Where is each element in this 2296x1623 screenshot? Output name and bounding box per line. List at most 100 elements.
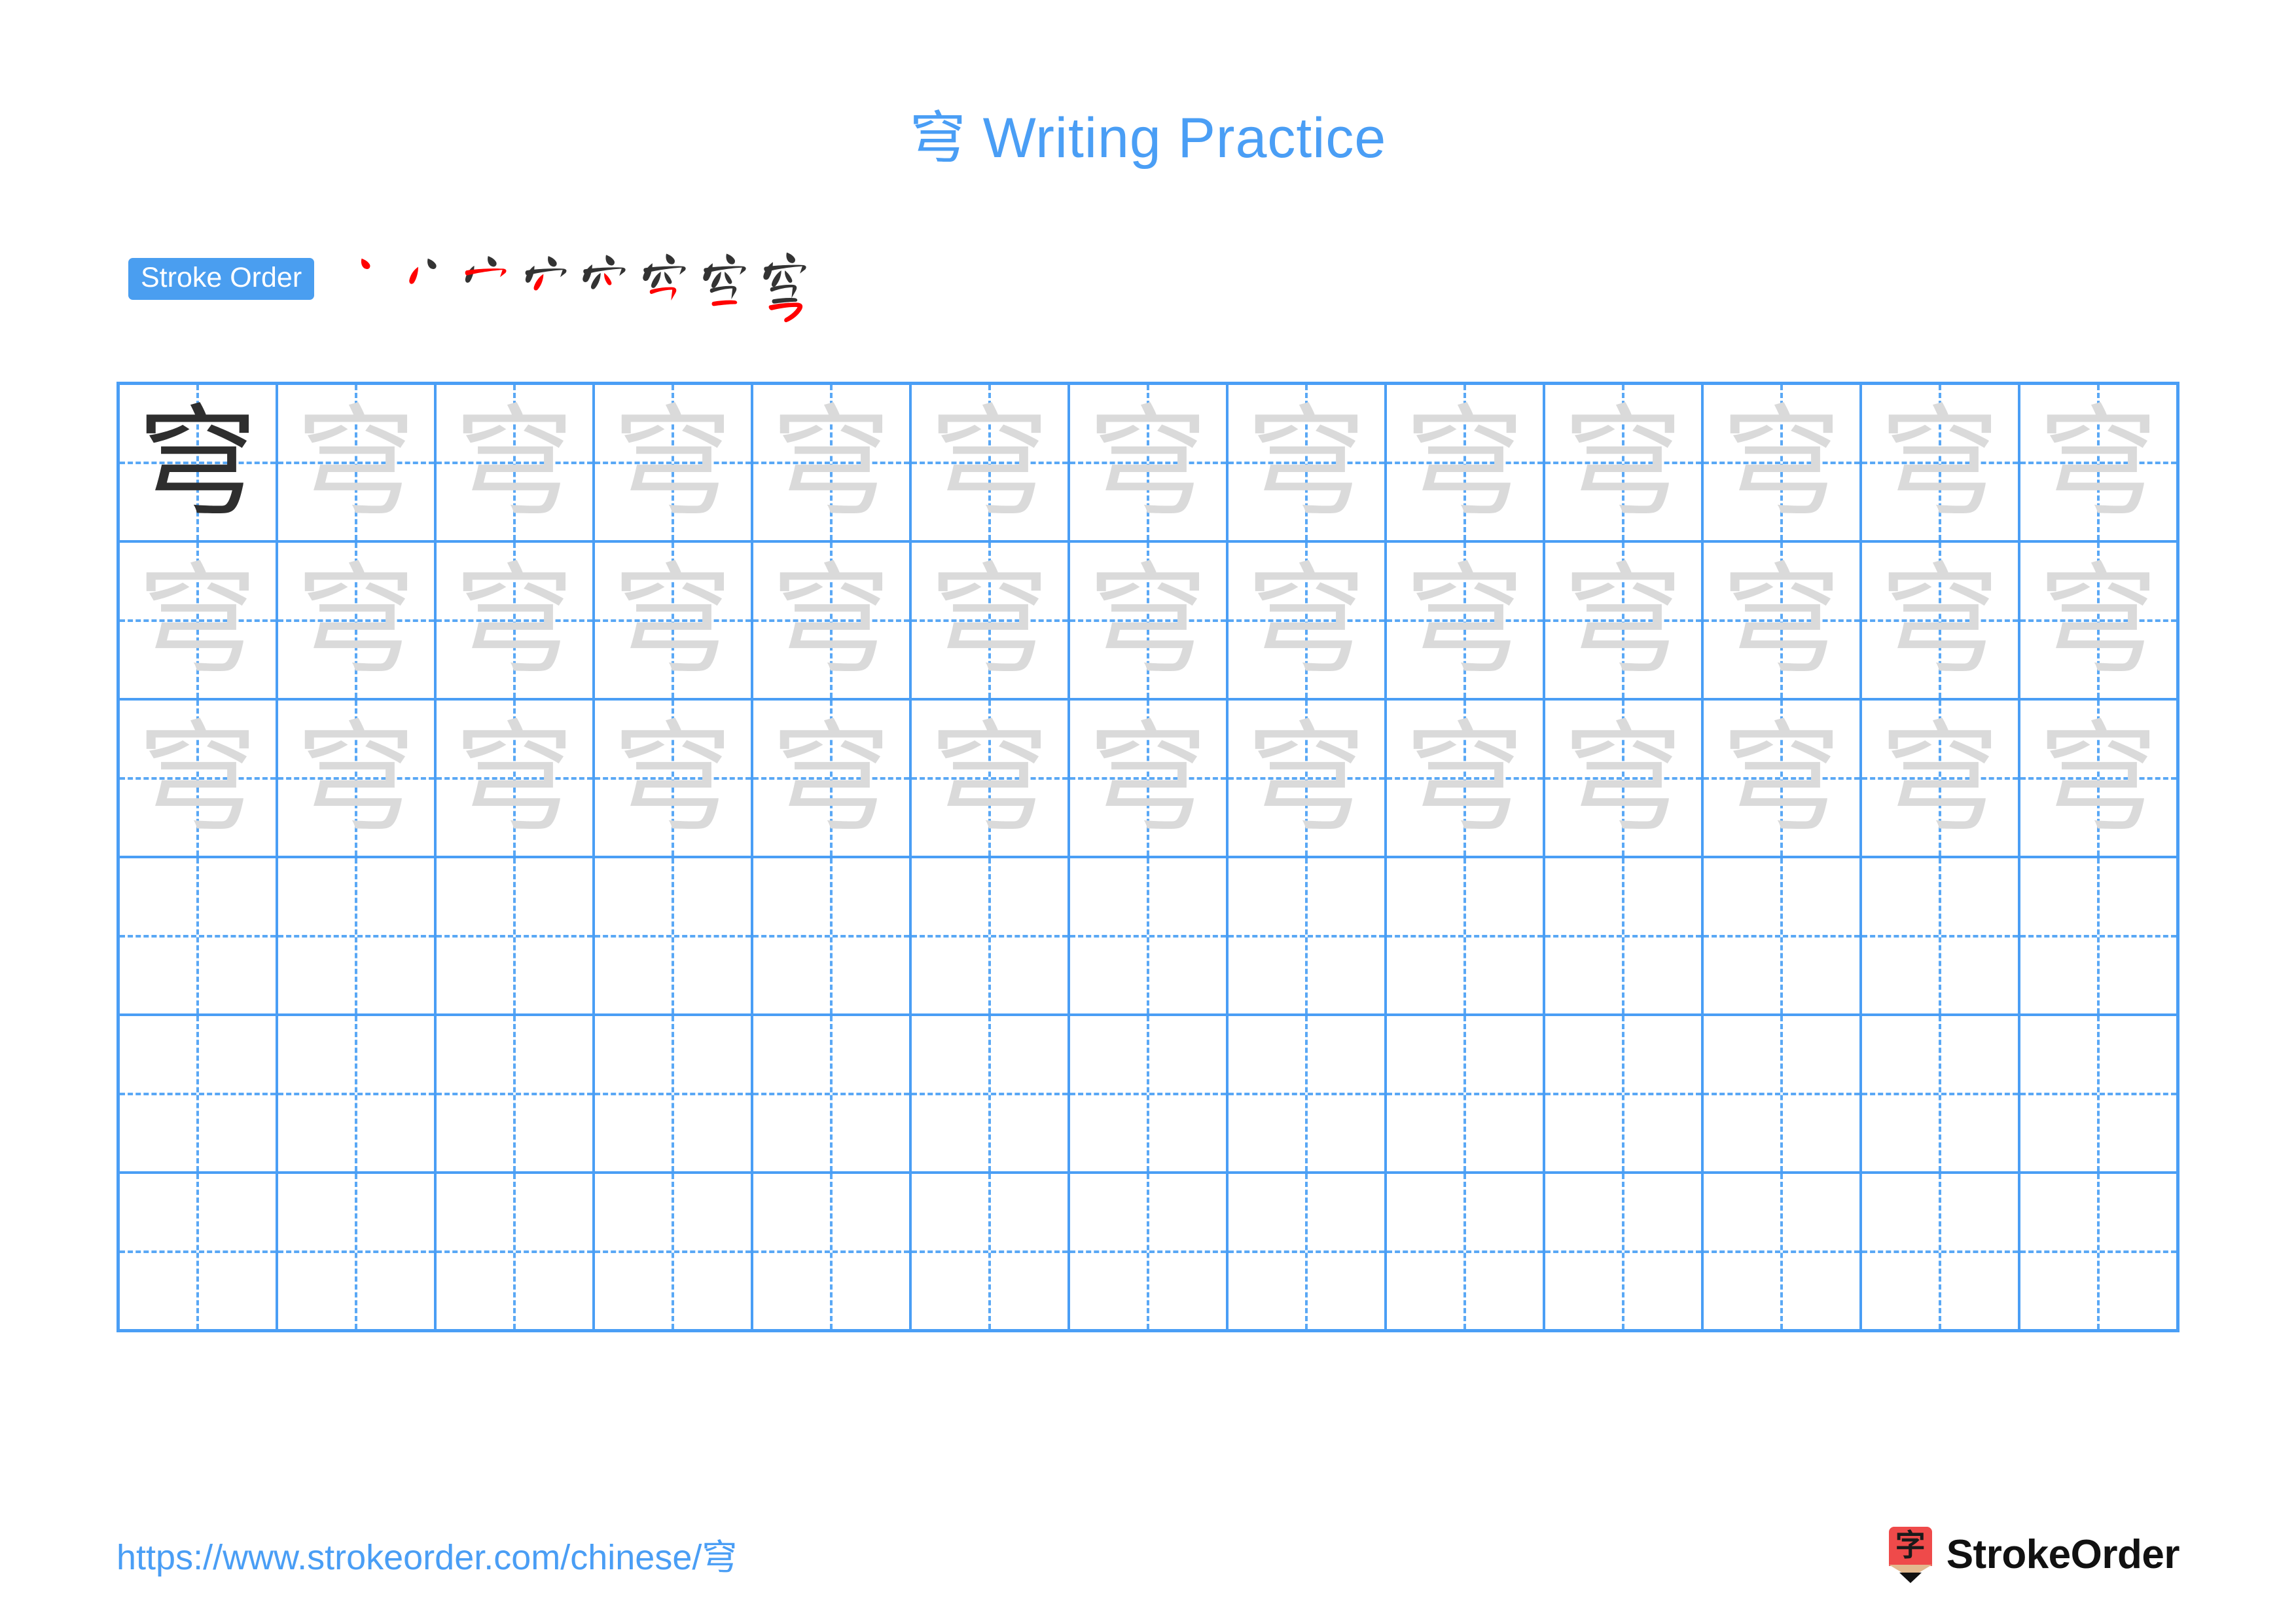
grid-cell[interactable]: 穹 [2020, 701, 2176, 856]
stroke-step-1 [335, 253, 395, 325]
stroke-step-8 [757, 252, 817, 325]
grid-cell[interactable]: 穹 [912, 385, 1070, 540]
grid-cell[interactable]: 穹 [1229, 543, 1387, 698]
grid-cell[interactable]: 穹 [1070, 701, 1229, 856]
grid-cell[interactable] [437, 1174, 595, 1329]
grid-cell[interactable] [1704, 1016, 1862, 1171]
grid-cell[interactable] [437, 858, 595, 1013]
trace-character: 穹 [2037, 708, 2159, 848]
grid-cell[interactable]: 穹 [753, 701, 912, 856]
grid-cell[interactable]: 穹 [1704, 385, 1862, 540]
grid-cell[interactable]: 穹 [1862, 701, 2020, 856]
grid-cell[interactable] [278, 1174, 437, 1329]
grid-cell[interactable] [2020, 1016, 2176, 1171]
grid-cell[interactable]: 穹 [1704, 701, 1862, 856]
grid-cell[interactable]: 穹 [2020, 543, 2176, 698]
grid-cell[interactable]: 穹 [1070, 385, 1229, 540]
grid-cell[interactable] [1862, 1174, 2020, 1329]
trace-character: 穹 [612, 550, 733, 691]
grid-cell[interactable] [1229, 1174, 1387, 1329]
grid-cell[interactable]: 穹 [437, 701, 595, 856]
trace-character: 穹 [1246, 708, 1367, 848]
trace-character: 穹 [295, 392, 416, 533]
trace-character: 穹 [1246, 550, 1367, 691]
grid-cell[interactable]: 穹 [753, 543, 912, 698]
grid-cell[interactable]: 穹 [1545, 701, 1704, 856]
stroke-order-badge: Stroke Order [128, 258, 315, 300]
trace-character: 穹 [2037, 550, 2159, 691]
grid-cell[interactable]: 穹 [437, 385, 595, 540]
grid-cell[interactable]: 穹 [595, 701, 753, 856]
grid-cell[interactable] [1545, 1174, 1704, 1329]
trace-character: 穹 [2037, 392, 2159, 533]
grid-cell[interactable] [1070, 1174, 1229, 1329]
grid-cell[interactable] [753, 858, 912, 1013]
grid-cell[interactable]: 穹 [120, 543, 278, 698]
grid-cell[interactable]: 穹 [1862, 543, 2020, 698]
footer-url[interactable]: https://www.strokeorder.com/chinese/穹 [117, 1540, 737, 1575]
grid-cell[interactable]: 穹 [912, 701, 1070, 856]
grid-cell[interactable]: 穹 [1387, 385, 1545, 540]
grid-cell[interactable] [595, 1174, 753, 1329]
grid-cell[interactable] [1387, 1016, 1545, 1171]
grid-cell[interactable] [1704, 858, 1862, 1013]
grid-cell[interactable] [1229, 858, 1387, 1013]
grid-cell[interactable] [595, 858, 753, 1013]
grid-cell[interactable] [120, 1016, 278, 1171]
grid-cell[interactable] [753, 1174, 912, 1329]
trace-character: 穹 [1404, 550, 1525, 691]
grid-cell[interactable]: 穹 [1545, 543, 1704, 698]
trace-character: 穹 [929, 708, 1050, 848]
grid-cell[interactable]: 穹 [753, 385, 912, 540]
grid-cell[interactable] [1387, 1174, 1545, 1329]
grid-cell[interactable] [595, 1016, 753, 1171]
grid-cell[interactable] [120, 858, 278, 1013]
logo-character-icon: 字 [1895, 1527, 1926, 1563]
grid-cell[interactable]: 穹 [595, 385, 753, 540]
grid-cell[interactable] [120, 1174, 278, 1329]
grid-cell[interactable] [1545, 1016, 1704, 1171]
grid-cell[interactable]: 穹 [278, 543, 437, 698]
grid-cell[interactable]: 穹 [278, 385, 437, 540]
trace-character: 穹 [612, 708, 733, 848]
grid-cell[interactable] [1862, 1016, 2020, 1171]
grid-cell[interactable] [1387, 858, 1545, 1013]
grid-cell[interactable]: 穹 [1862, 385, 2020, 540]
grid-cell[interactable]: 穹 [1229, 385, 1387, 540]
grid-cell[interactable]: 穹 [1545, 385, 1704, 540]
trace-character: 穹 [454, 708, 575, 848]
grid-cell[interactable]: 穹 [1387, 543, 1545, 698]
trace-character: 穹 [1087, 550, 1208, 691]
grid-cell[interactable] [437, 1016, 595, 1171]
grid-cell[interactable]: 穹 [278, 701, 437, 856]
grid-cell[interactable] [2020, 1174, 2176, 1329]
grid-cell[interactable] [1070, 1016, 1229, 1171]
grid-cell[interactable]: 穹 [2020, 385, 2176, 540]
grid-cell[interactable]: 穹 [120, 385, 278, 540]
grid-cell[interactable] [1704, 1174, 1862, 1329]
grid-row [120, 1174, 2176, 1329]
trace-character: 穹 [1562, 550, 1683, 691]
grid-cell[interactable] [1862, 858, 2020, 1013]
grid-cell[interactable] [912, 1174, 1070, 1329]
grid-cell[interactable] [1229, 1016, 1387, 1171]
grid-cell[interactable]: 穹 [437, 543, 595, 698]
grid-cell[interactable] [753, 1016, 912, 1171]
grid-cell[interactable] [912, 1016, 1070, 1171]
stroke-step-7 [696, 253, 757, 325]
grid-cell[interactable]: 穹 [1387, 701, 1545, 856]
grid-cell[interactable]: 穹 [595, 543, 753, 698]
grid-cell[interactable]: 穹 [912, 543, 1070, 698]
grid-cell[interactable]: 穹 [1229, 701, 1387, 856]
grid-cell[interactable] [1545, 858, 1704, 1013]
stroke-step-2 [395, 253, 456, 325]
grid-cell[interactable] [912, 858, 1070, 1013]
grid-cell[interactable]: 穹 [120, 701, 278, 856]
grid-cell[interactable]: 穹 [1070, 543, 1229, 698]
grid-cell[interactable] [278, 858, 437, 1013]
grid-cell[interactable] [1070, 858, 1229, 1013]
grid-cell[interactable] [278, 1016, 437, 1171]
grid-cell[interactable] [2020, 858, 2176, 1013]
grid-cell[interactable]: 穹 [1704, 543, 1862, 698]
trace-character: 穹 [929, 550, 1050, 691]
